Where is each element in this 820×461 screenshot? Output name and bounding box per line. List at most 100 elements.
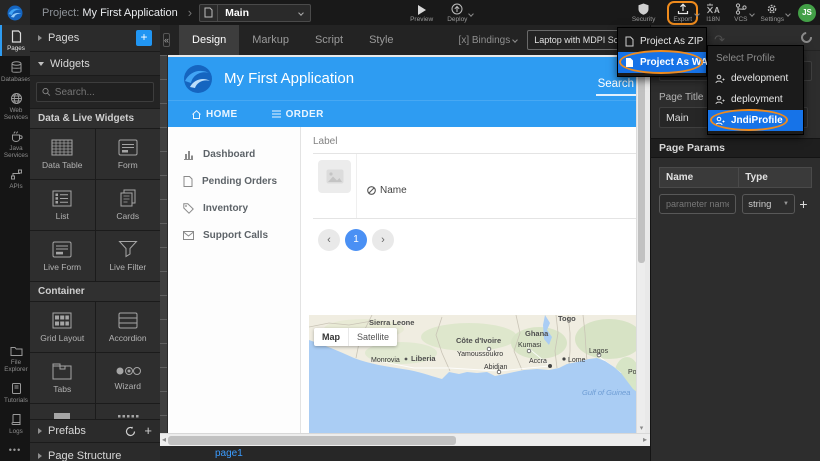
widget-tile-accordion[interactable]: Accordion: [96, 302, 161, 352]
rail-item-logs[interactable]: Logs: [0, 408, 30, 439]
prefabs-section-header[interactable]: Prefabs +: [30, 419, 160, 443]
sidebar-item-inventory[interactable]: Inventory: [168, 195, 300, 222]
settings-chevron-icon[interactable]: [785, 11, 791, 17]
tab-design[interactable]: Design: [179, 25, 239, 55]
add-page-button[interactable]: +: [136, 30, 152, 46]
sidebar-item-support-calls[interactable]: Support Calls: [168, 222, 300, 249]
nav-item-home[interactable]: HOME: [192, 109, 238, 120]
app-nav-bar: HOME ORDER: [168, 100, 636, 127]
wavemaker-logo[interactable]: [0, 0, 30, 25]
widget-tile-form[interactable]: Form: [96, 129, 161, 179]
widget-tile-tabs[interactable]: Tabs: [30, 353, 95, 403]
rail-item-file-explorer[interactable]: File Explorer: [0, 340, 30, 377]
widget-tile-list[interactable]: List: [30, 180, 95, 230]
rail-label: Tutorials: [4, 397, 28, 404]
collapse-panel-button[interactable]: «: [163, 33, 170, 47]
widget-tile-grid-layout[interactable]: Grid Layout: [30, 302, 95, 352]
app-preview-page[interactable]: My First Application Search HOME ORDER D…: [168, 57, 636, 433]
rail-item-apis[interactable]: APIs: [0, 163, 30, 194]
i18n-label: I18N: [706, 16, 720, 23]
pages-section-header[interactable]: Pages +: [30, 25, 160, 52]
menu-item-deployment[interactable]: deployment: [708, 89, 803, 110]
user-avatar[interactable]: JS: [798, 4, 816, 22]
widget-tile-data-table[interactable]: Data Table: [30, 129, 95, 179]
widget-palette: Pages + Widgets Data & Live Widgets Data…: [30, 25, 160, 461]
profile-person-icon: [715, 95, 725, 105]
page-selector-value: Main: [225, 7, 296, 19]
vcs-button[interactable]: VCS: [734, 3, 747, 23]
bindings-button[interactable]: [x] Bindings: [459, 35, 518, 46]
refresh-icon[interactable]: [799, 30, 814, 45]
vertical-scroll-thumb[interactable]: [638, 57, 645, 263]
widget-tile-partial[interactable]: [96, 404, 161, 419]
menu-item-development[interactable]: development: [708, 68, 803, 89]
vcs-chevron-icon[interactable]: [749, 11, 755, 17]
left-rail: Pages Databases Web Services Java Servic…: [0, 25, 30, 461]
deploy-button[interactable]: Deploy: [447, 3, 467, 23]
widget-tile-live-form[interactable]: Live Form: [30, 231, 95, 281]
tab-style[interactable]: Style: [356, 25, 406, 55]
canvas-vertical-scrollbar[interactable]: ▾: [636, 57, 645, 433]
image-placeholder: [318, 160, 351, 193]
i18n-button[interactable]: A I18N: [706, 3, 720, 23]
menu-item-jndiprofile[interactable]: JndiProfile: [708, 110, 803, 131]
param-type-select[interactable]: string ▼: [742, 194, 795, 214]
rail-item-java-services[interactable]: Java Services: [0, 125, 30, 163]
horizontal-scroll-thumb[interactable]: [168, 436, 456, 445]
pagination-prev-button[interactable]: ‹: [318, 229, 340, 251]
wave-logo-icon: [7, 5, 23, 21]
expand-right-icon: [38, 453, 42, 459]
refresh-icon[interactable]: [125, 426, 136, 437]
widget-tile-cards[interactable]: Cards: [96, 180, 161, 230]
tab-script[interactable]: Script: [302, 25, 356, 55]
export-chevron-icon[interactable]: [694, 11, 700, 17]
deploy-chevron-icon[interactable]: [469, 11, 475, 17]
page-structure-header[interactable]: Page Structure: [30, 443, 160, 461]
scroll-right-arrow[interactable]: ▸: [643, 435, 647, 444]
widget-tile-wizard[interactable]: Wizard: [96, 353, 161, 403]
rail-label: Logs: [9, 428, 23, 435]
scroll-down-arrow[interactable]: ▾: [637, 424, 646, 432]
canvas-status-bar: page1: [160, 446, 650, 461]
widget-search-input[interactable]: [55, 87, 148, 98]
satellite-button[interactable]: Satellite: [349, 328, 397, 346]
widget-tile-live-filter[interactable]: Live Filter: [96, 231, 161, 281]
map-widget[interactable]: Map Satellite: [309, 315, 636, 433]
list-item-card[interactable]: Name: [313, 153, 636, 219]
rail-item-web-services[interactable]: Web Services: [0, 87, 30, 125]
rail-item-tutorials[interactable]: Tutorials: [0, 377, 30, 408]
svg-text:A: A: [714, 6, 720, 15]
menu-item-project-as-zip[interactable]: Project As ZIP: [618, 31, 706, 52]
widget-label: List: [56, 211, 69, 221]
sidebar-item-pending-orders[interactable]: Pending Orders: [168, 168, 300, 195]
globe-icon: [10, 92, 23, 105]
param-name-input[interactable]: [659, 194, 736, 214]
widgets-header-label: Widgets: [50, 58, 90, 70]
page-selector[interactable]: Main: [199, 4, 311, 22]
add-prefab-button[interactable]: +: [144, 426, 152, 436]
status-page-link[interactable]: page1: [215, 448, 243, 459]
pagination-page-1[interactable]: 1: [345, 229, 367, 251]
menu-item-project-as-war[interactable]: Project As WAR: [618, 52, 706, 73]
form-icon: [118, 139, 138, 156]
tab-markup[interactable]: Markup: [239, 25, 302, 55]
widgets-section-header[interactable]: Widgets: [30, 52, 160, 76]
map-button[interactable]: Map: [314, 328, 349, 346]
canvas-horizontal-scrollbar[interactable]: ◂ ▸: [160, 433, 650, 446]
list-icon: [272, 110, 281, 118]
rail-more-button[interactable]: •••: [0, 439, 30, 461]
sidebar-item-dashboard[interactable]: Dashboard: [168, 141, 300, 168]
settings-button[interactable]: Settings: [761, 3, 785, 23]
app-search-link[interactable]: Search: [596, 78, 636, 96]
rail-item-databases[interactable]: Databases: [0, 56, 30, 87]
rail-item-pages[interactable]: Pages: [0, 25, 30, 56]
add-param-button[interactable]: +: [795, 196, 812, 212]
export-button[interactable]: Export: [673, 3, 692, 23]
widget-tile-partial[interactable]: [30, 404, 95, 419]
scroll-left-arrow[interactable]: ◂: [162, 435, 166, 444]
pagination-next-button[interactable]: ›: [372, 229, 394, 251]
preview-button[interactable]: Preview: [410, 3, 433, 23]
export-icon: [677, 3, 689, 15]
security-button[interactable]: Security: [632, 3, 655, 23]
nav-item-order[interactable]: ORDER: [272, 109, 324, 120]
